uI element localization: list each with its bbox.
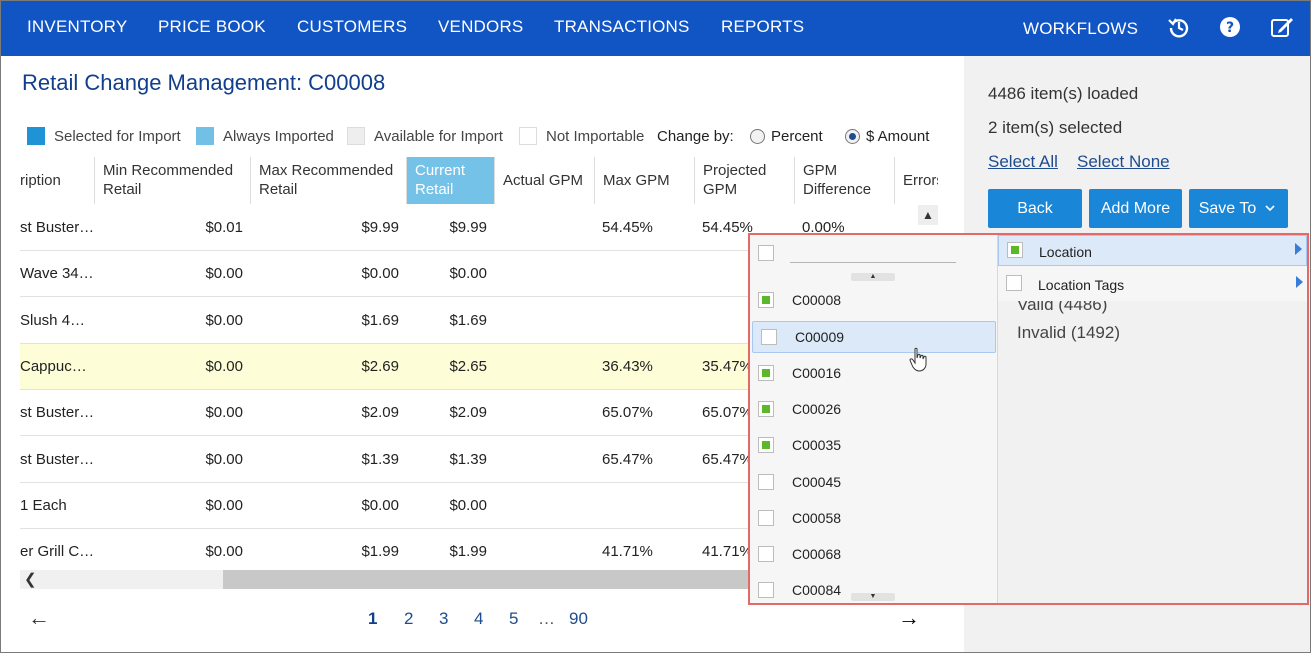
select-none-link[interactable]: Select None <box>1077 152 1170 172</box>
add-more-button[interactable]: Add More <box>1089 189 1182 228</box>
cell-cur: $1.39 <box>449 450 487 468</box>
cell-desc: er Grill C… <box>20 543 95 561</box>
col-header-errors[interactable]: Errors <box>895 157 938 204</box>
legend-swatch-always <box>196 127 214 145</box>
history-icon[interactable] <box>1166 14 1192 40</box>
col-header-current-retail[interactable]: Current Retail <box>407 157 495 204</box>
legend-swatch-not-importable <box>519 127 537 145</box>
cell-cur: $1.99 <box>449 543 487 561</box>
cell-desc: Wave 34… <box>20 265 94 283</box>
percent-radio[interactable] <box>750 129 765 144</box>
cell-desc: st Buster… <box>20 219 95 236</box>
cell-max: $0.00 <box>361 496 399 514</box>
page-90[interactable]: 90 <box>569 609 588 629</box>
cell-maxgpm: 54.45% <box>602 219 653 236</box>
amount-radio[interactable] <box>845 129 860 144</box>
nav-price-book[interactable]: PRICE BOOK <box>158 17 266 37</box>
grid-scroll-up-button[interactable]: ▲ <box>918 205 938 225</box>
cell-cur: $9.99 <box>449 219 487 236</box>
cell-min: $0.00 <box>205 450 243 468</box>
cell-min: $0.00 <box>205 496 243 514</box>
page-ellipsis: … <box>538 609 555 628</box>
legend-label: Available for Import <box>374 128 503 145</box>
legend-swatch-selected <box>27 127 45 145</box>
cell-desc: 1 Each <box>20 496 67 514</box>
select-all-link[interactable]: Select All <box>988 152 1058 172</box>
highlight-frame <box>748 233 1309 605</box>
save-to-label: Save To <box>1198 200 1257 217</box>
back-button[interactable]: Back <box>988 189 1082 228</box>
items-loaded-text: 4486 item(s) loaded <box>988 84 1139 103</box>
nav-transactions[interactable]: TRANSACTIONS <box>554 17 690 37</box>
scroll-left-icon[interactable]: ❮ <box>24 570 37 588</box>
cell-cur: $2.65 <box>449 357 487 375</box>
percent-radio-label: Percent <box>771 128 823 145</box>
save-to-button[interactable]: Save To <box>1189 189 1288 228</box>
page-5[interactable]: 5 <box>509 609 518 629</box>
legend-label: Selected for Import <box>54 128 181 145</box>
next-page-arrow-icon[interactable]: → <box>898 605 920 631</box>
col-header-gpm-difference[interactable]: GPM Difference <box>795 157 895 204</box>
cell-min: $0.00 <box>205 404 243 422</box>
col-header-description[interactable]: ription <box>20 157 95 204</box>
items-selected-text: 2 item(s) selected <box>988 118 1123 137</box>
nav-reports[interactable]: REPORTS <box>721 17 804 37</box>
hand-cursor-icon <box>909 347 927 372</box>
col-header-max-retail[interactable]: Max Recommended Retail <box>251 157 407 204</box>
cell-maxgpm: 41.71% <box>602 543 653 561</box>
cell-desc: st Buster… <box>20 404 95 422</box>
cell-cur: $0.00 <box>449 496 487 514</box>
amount-radio-label: $ Amount <box>866 128 930 145</box>
cell-desc: st Buster… <box>20 450 95 468</box>
cell-max: $9.99 <box>361 219 399 236</box>
page-1[interactable]: 1 <box>368 609 377 629</box>
nav-inventory[interactable]: INVENTORY <box>27 17 127 37</box>
cell-desc: Slush 4… <box>20 311 86 329</box>
cell-cur: $1.69 <box>449 311 487 329</box>
top-nav: INVENTORY PRICE BOOK CUSTOMERS VENDORS T… <box>1 1 1310 56</box>
page-4[interactable]: 4 <box>474 609 483 629</box>
legend-label: Always Imported <box>223 128 334 145</box>
cell-maxgpm: 36.43% <box>602 357 653 375</box>
page-2[interactable]: 2 <box>404 609 413 629</box>
edit-icon[interactable] <box>1269 14 1295 40</box>
cell-min: $0.00 <box>205 311 243 329</box>
cell-max: $0.00 <box>361 265 399 283</box>
col-header-min-retail[interactable]: Min Recommended Retail <box>95 157 251 204</box>
cell-min: $0.00 <box>205 265 243 283</box>
scrollbar-thumb[interactable] <box>223 570 748 589</box>
cell-cur: $0.00 <box>449 265 487 283</box>
cell-max: $1.99 <box>361 543 399 561</box>
nav-vendors[interactable]: VENDORS <box>438 17 523 37</box>
grid-horizontal-scrollbar[interactable]: ❮ <box>20 570 748 589</box>
legend-swatch-available <box>347 127 365 145</box>
page-title: Retail Change Management: C00008 <box>22 70 386 95</box>
help-icon[interactable]: ? <box>1217 14 1243 40</box>
cell-min: $0.00 <box>205 543 243 561</box>
prev-page-arrow-icon[interactable]: ← <box>28 605 50 631</box>
nav-workflows[interactable]: WORKFLOWS <box>1023 19 1138 39</box>
cell-min: $0.00 <box>205 357 243 375</box>
cell-cur: $2.09 <box>449 404 487 422</box>
cell-maxgpm: 65.47% <box>602 450 653 468</box>
col-header-max-gpm[interactable]: Max GPM <box>595 157 695 204</box>
col-header-projected-gpm[interactable]: Projected GPM <box>695 157 795 204</box>
cell-maxgpm: 65.07% <box>602 404 653 422</box>
nav-customers[interactable]: CUSTOMERS <box>297 17 407 37</box>
page-3[interactable]: 3 <box>439 609 448 629</box>
cell-max: $1.69 <box>361 311 399 329</box>
svg-text:?: ? <box>1226 20 1234 36</box>
app-window: INVENTORY PRICE BOOK CUSTOMERS VENDORS T… <box>0 0 1311 653</box>
cell-desc: Cappuc… <box>20 357 87 375</box>
change-by-label: Change by: <box>657 128 734 145</box>
legend-label: Not Importable <box>546 128 645 145</box>
cell-max: $1.39 <box>361 450 399 468</box>
cell-min: $0.01 <box>205 219 243 236</box>
cell-max: $2.69 <box>361 357 399 375</box>
col-header-actual-gpm[interactable]: Actual GPM <box>495 157 595 204</box>
cell-max: $2.09 <box>361 404 399 422</box>
